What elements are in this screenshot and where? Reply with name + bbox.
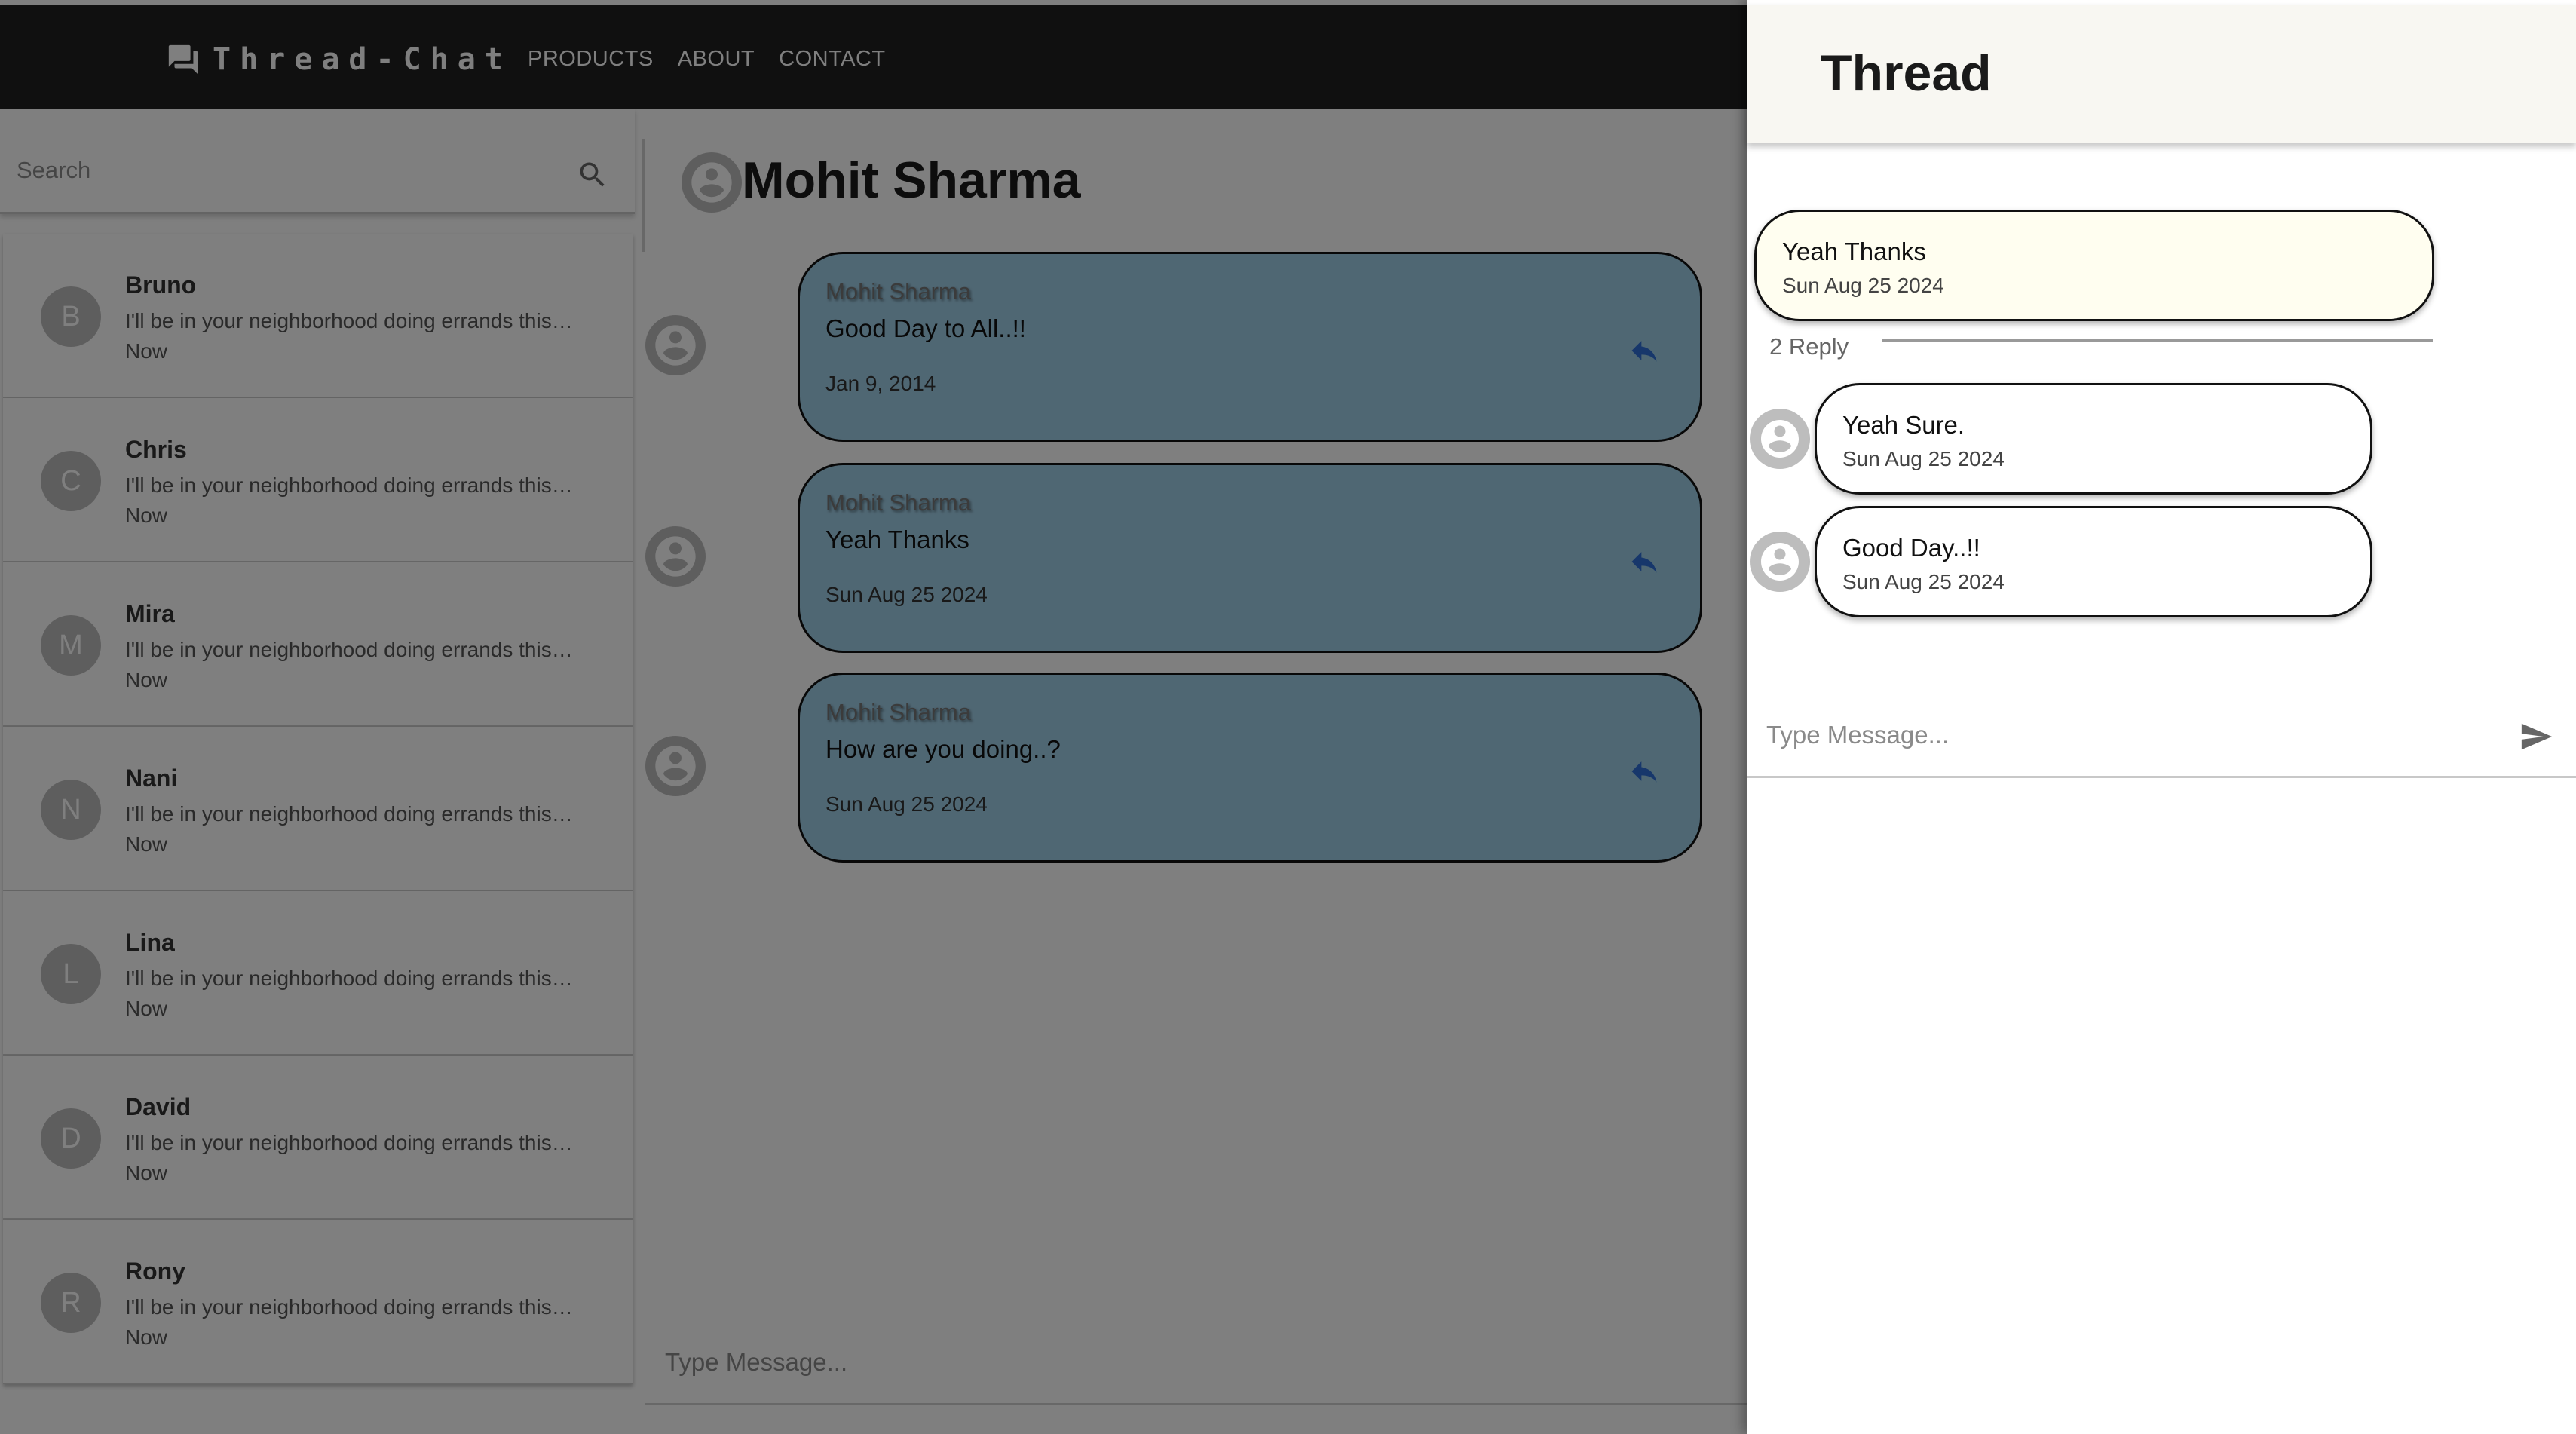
reply-date: Sun Aug 25 2024	[1842, 570, 2005, 593]
thread-message-input[interactable]: Type Message...	[1747, 695, 2576, 778]
message-text: Yeah Thanks	[1782, 237, 1926, 265]
account-circle-icon	[1761, 543, 1799, 581]
reply-bubble: Good Day..!! Sun Aug 25 2024	[1815, 506, 2372, 617]
reply-count: 2 Reply	[1769, 333, 1857, 360]
reply-text: Good Day..!!	[1842, 534, 1980, 562]
message-date: Sun Aug 25 2024	[1782, 274, 1944, 297]
thread-drawer: Thread Yeah Thanks Sun Aug 25 2024 2 Rep…	[1747, 0, 2576, 1434]
thread-header: Thread	[1747, 5, 2576, 143]
thread-reply: Good Day..!! Sun Aug 25 2024	[1747, 506, 2425, 617]
send-icon[interactable]	[2519, 719, 2553, 754]
reply-count-divider: 2 Reply	[1769, 332, 2433, 362]
thread-input-placeholder: Type Message...	[1766, 721, 1950, 749]
thread-title: Thread	[1821, 44, 1992, 102]
divider	[1882, 339, 2433, 342]
account-circle-icon	[1761, 420, 1799, 458]
avatar	[1750, 532, 1810, 592]
thread-reply: Yeah Sure. Sun Aug 25 2024	[1747, 383, 2425, 495]
reply-date: Sun Aug 25 2024	[1842, 447, 2005, 470]
reply-bubble: Yeah Sure. Sun Aug 25 2024	[1815, 383, 2372, 495]
avatar	[1750, 409, 1810, 469]
reply-text: Yeah Sure.	[1842, 411, 1965, 439]
thread-parent-message: Yeah Thanks Sun Aug 25 2024	[1754, 210, 2434, 321]
